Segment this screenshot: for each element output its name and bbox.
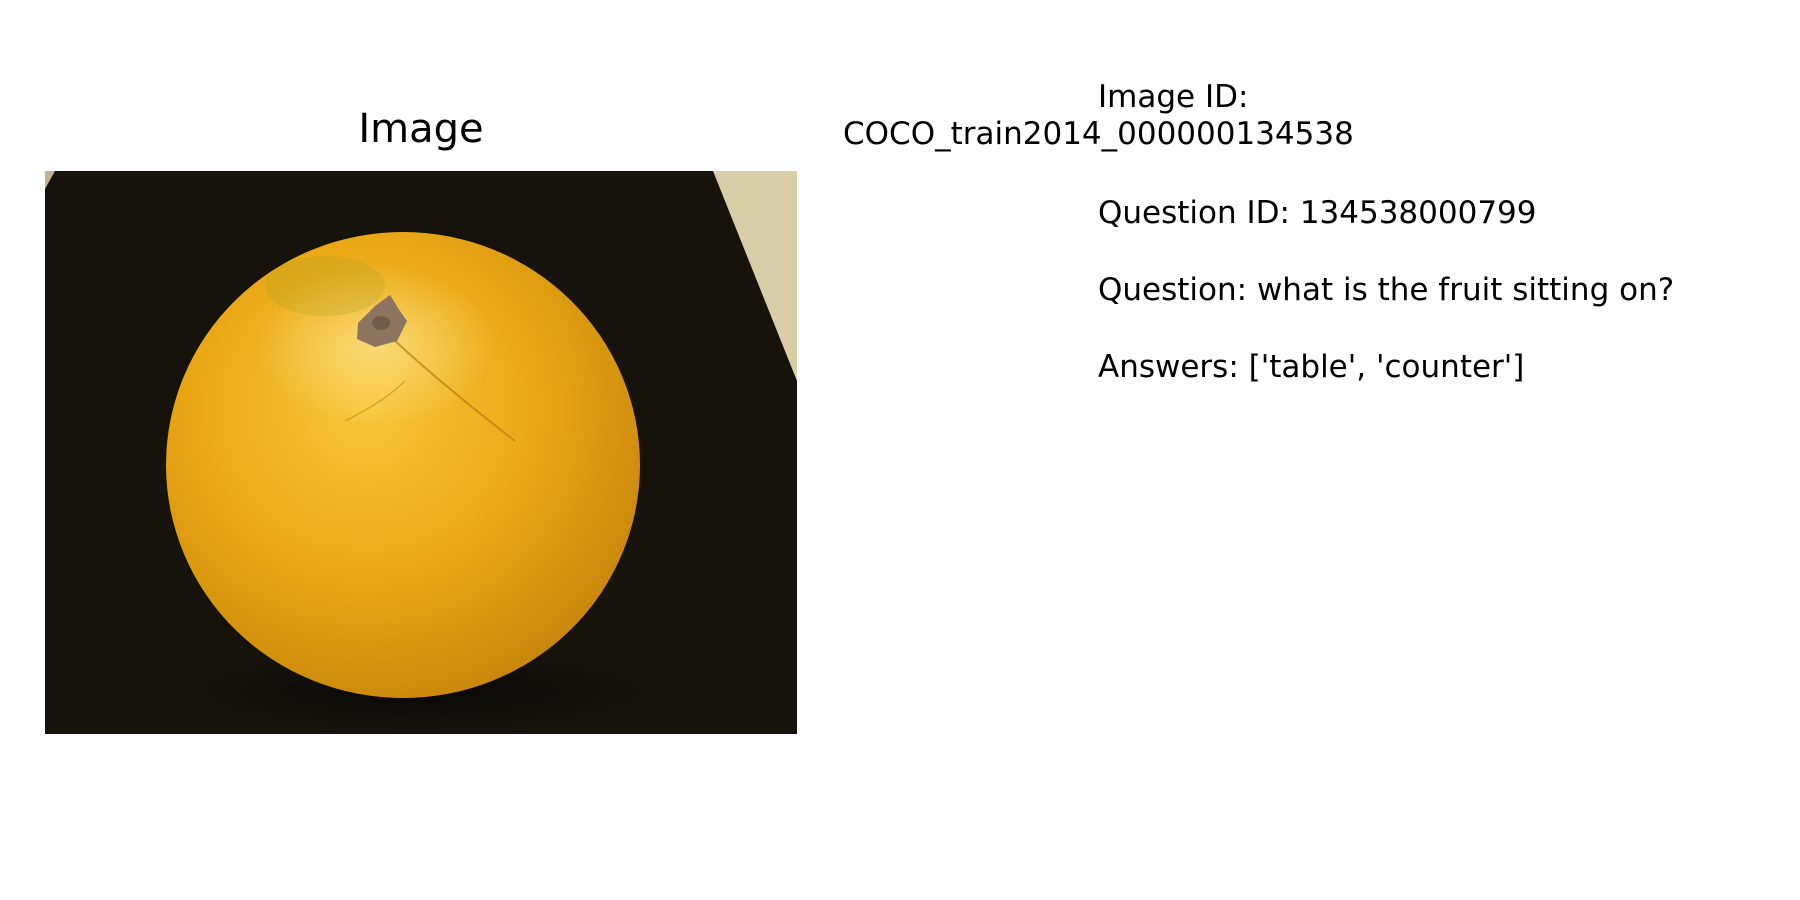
- stem-center: [372, 316, 390, 330]
- image-id-label: Image ID:: [1098, 79, 1249, 115]
- answers-text: Answers: ['table', 'counter']: [1098, 349, 1525, 385]
- question-id-text: Question ID: 134538000799: [1098, 195, 1537, 231]
- image-id-value: COCO_train2014_000000134538: [843, 116, 1354, 152]
- fruit-greenish-patch: [265, 256, 385, 316]
- image-panel-title: Image: [358, 106, 484, 152]
- question-text: Question: what is the fruit sitting on?: [1098, 272, 1675, 308]
- orange-fruit-photo: [45, 171, 797, 734]
